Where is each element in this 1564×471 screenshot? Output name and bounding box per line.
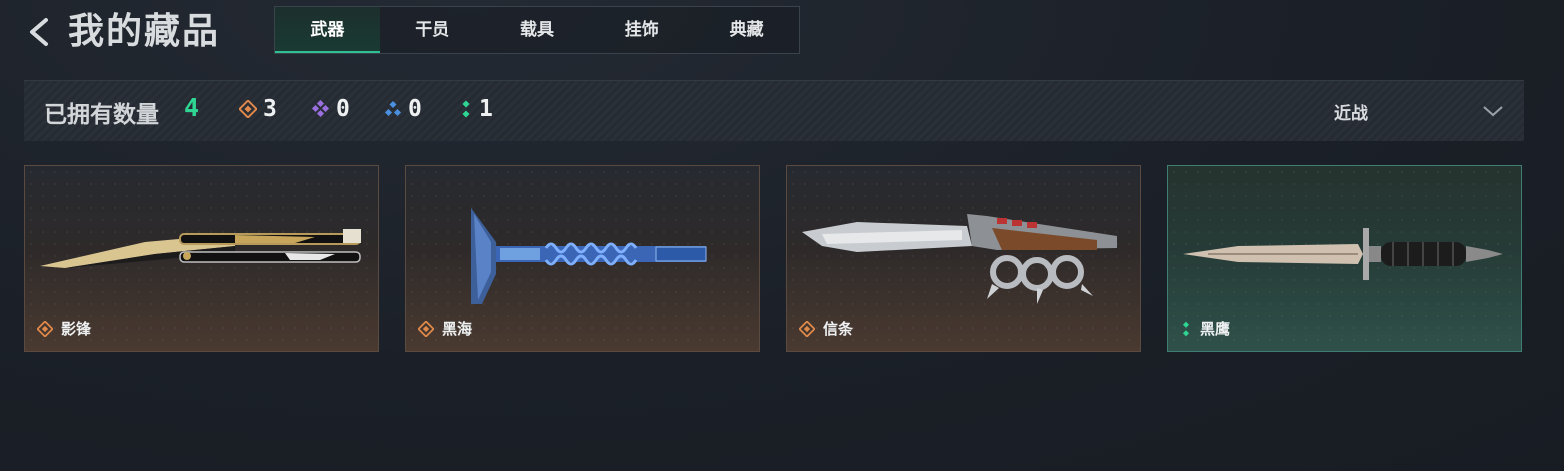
blue-diamond-icon (384, 100, 402, 117)
rarity-purple-count: 0 (336, 96, 350, 122)
rarity-green-count: 1 (479, 96, 493, 122)
orange-diamond-icon (239, 100, 257, 118)
rarity-green: 1 (459, 96, 493, 122)
item-name: 黑鹰 (1200, 320, 1231, 338)
tab-charms[interactable]: 挂饰 (589, 7, 694, 53)
filter-label: 近战 (1334, 103, 1368, 124)
item-name: 黑海 (442, 320, 473, 338)
owned-label: 已拥有数量 (44, 102, 159, 128)
item-card-shadow-blade[interactable]: 影锋 (24, 165, 379, 352)
orange-diamond-icon (418, 320, 434, 337)
butterfly-knife-image (40, 229, 361, 268)
tab-operators[interactable]: 干员 (380, 7, 485, 53)
tab-vehicles[interactable]: 载具 (485, 7, 590, 53)
item-card-creed[interactable]: 信条 (786, 165, 1141, 352)
tab-weapons[interactable]: 武器 (275, 7, 380, 53)
stats-bar: 已拥有数量 4 3 0 0 1 近战 (24, 80, 1524, 141)
purple-diamond-icon (312, 100, 330, 118)
rarity-purple: 0 (312, 96, 350, 122)
orange-diamond-icon (37, 320, 53, 337)
page-title: 我的藏品 (68, 11, 221, 52)
item-card-black-hawk[interactable]: 黑鹰 (1167, 165, 1522, 352)
tomahawk-image (471, 208, 707, 304)
orange-diamond-icon (799, 320, 815, 337)
rarity-blue: 0 (384, 96, 422, 122)
item-name: 影锋 (61, 320, 92, 338)
green-diamond-icon (1182, 321, 1190, 336)
category-tabs: 武器 干员 载具 挂饰 典藏 (274, 6, 800, 54)
chevron-down-icon (1483, 106, 1503, 117)
rarity-blue-count: 0 (408, 96, 422, 122)
item-name: 信条 (823, 320, 854, 338)
item-card-black-sea[interactable]: 黑海 (405, 165, 760, 352)
back-icon[interactable] (22, 12, 56, 52)
green-diamond-icon (462, 100, 470, 118)
rarity-orange-count: 3 (263, 96, 277, 122)
combat-knife-image (1183, 228, 1503, 280)
rarity-orange: 3 (239, 96, 277, 122)
category-filter-dropdown[interactable]: 近战 (1334, 81, 1504, 141)
knuckle-knife-image (802, 214, 1117, 304)
tab-collection[interactable]: 典藏 (694, 7, 799, 53)
owned-count: 4 (184, 93, 200, 122)
